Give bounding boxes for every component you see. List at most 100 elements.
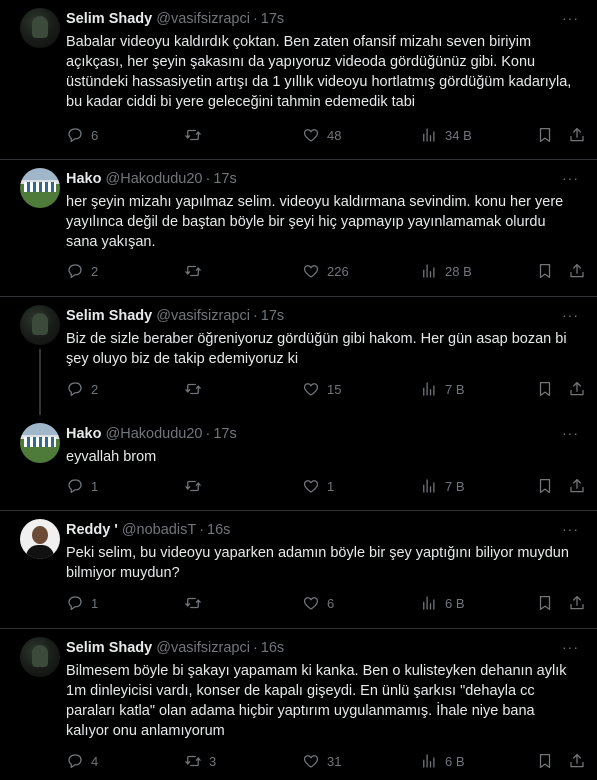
retweet-button[interactable]: 3 <box>184 751 216 771</box>
timestamp[interactable]: 17s <box>213 426 236 442</box>
more-dots-icon[interactable]: ··· <box>562 425 579 441</box>
like-button[interactable]: 31 <box>302 751 341 771</box>
separator-dot: · <box>199 522 205 538</box>
author-handle[interactable]: @vasifsizrapci <box>156 308 250 324</box>
reply-icon <box>68 128 82 143</box>
heart-icon <box>303 597 319 610</box>
tweet[interactable]: Hako @Hakodudu20 · 17s ··· her şeyin mizah… <box>0 160 597 297</box>
author-handle[interactable]: @Hakodudu20 <box>106 426 203 442</box>
author-name[interactable]: Selim Shady <box>66 11 152 27</box>
author-handle[interactable]: @vasifsizrapci <box>156 640 250 656</box>
reply-button[interactable]: 1 <box>66 593 98 613</box>
tweet[interactable]: Reddy ' @nobadisT · 16s ··· Peki selim, bu… <box>0 511 597 629</box>
more-dots-icon[interactable]: ··· <box>562 170 579 186</box>
avatar[interactable] <box>20 637 60 677</box>
retweet-button[interactable] <box>184 261 209 281</box>
more-dots-icon[interactable]: ··· <box>562 307 579 323</box>
author-name[interactable]: Selim Shady <box>66 640 152 656</box>
view-count: 7 B <box>445 478 465 494</box>
share-button[interactable] <box>568 261 586 281</box>
avatar[interactable] <box>20 168 60 208</box>
like-count: 48 <box>327 127 342 143</box>
view-count: 7 B <box>445 381 465 397</box>
author-name[interactable]: Reddy ' <box>66 522 118 538</box>
tweet[interactable]: Selim Shady @vasifsizrapci · 17s ··· Biz d… <box>0 297 597 415</box>
tweet[interactable]: Selim Shady @vasifsizrapci · 17s ··· Babal… <box>0 0 597 160</box>
like-button[interactable]: 1 <box>302 476 334 496</box>
author-name[interactable]: Hako <box>66 171 101 187</box>
tweet-header: Selim Shady @vasifsizrapci · 17s <box>66 10 557 28</box>
bookmark-button[interactable] <box>536 125 554 145</box>
views-button[interactable]: 7 B <box>420 476 465 496</box>
author-handle[interactable]: @Hakodudu20 <box>106 171 203 187</box>
more-dots-icon[interactable]: ··· <box>562 639 579 655</box>
tweet-text: eyvallah brom <box>66 449 157 465</box>
heart-icon <box>303 129 319 142</box>
reply-button[interactable]: 4 <box>66 751 98 771</box>
view-count: 6 B <box>445 595 465 611</box>
views-chart-icon <box>423 382 435 396</box>
author-handle[interactable]: @nobadisT <box>122 522 196 538</box>
author-name[interactable]: Selim Shady <box>66 308 152 324</box>
retweet-icon <box>185 755 201 767</box>
separator-dot: · <box>205 426 211 442</box>
retweet-button[interactable] <box>184 125 209 145</box>
reply-count: 4 <box>91 753 99 769</box>
timestamp[interactable]: 17s <box>213 171 236 187</box>
bookmark-button[interactable] <box>536 476 554 496</box>
like-count: 6 <box>327 595 335 611</box>
views-chart-icon <box>423 479 435 493</box>
bookmark-button[interactable] <box>536 593 554 613</box>
like-button[interactable]: 6 <box>302 593 334 613</box>
reply-button[interactable]: 2 <box>66 261 98 281</box>
author-handle[interactable]: @vasifsizrapci <box>156 11 250 27</box>
views-chart-icon <box>423 264 435 278</box>
timestamp[interactable]: 17s <box>261 11 284 27</box>
retweet-icon <box>185 129 201 141</box>
more-dots-icon[interactable]: ··· <box>562 521 579 537</box>
like-button[interactable]: 48 <box>302 125 341 145</box>
author-name[interactable]: Hako <box>66 426 101 442</box>
views-button[interactable]: 28 B <box>420 261 472 281</box>
views-button[interactable]: 6 B <box>420 751 465 771</box>
tweet-header: Selim Shady @vasifsizrapci · 16s <box>66 639 557 657</box>
reply-button[interactable]: 6 <box>66 125 98 145</box>
tweet-text: Babalar videoyu kaldırdık çoktan. Ben za… <box>66 34 572 110</box>
like-button[interactable]: 226 <box>302 261 349 281</box>
avatar[interactable] <box>20 519 60 559</box>
tweet-text: Peki selim, bu videoyu yaparken adamın b… <box>66 545 569 581</box>
timestamp[interactable]: 17s <box>261 308 284 324</box>
separator-dot: · <box>252 308 258 324</box>
reply-button[interactable]: 1 <box>66 476 98 496</box>
bookmark-button[interactable] <box>536 261 554 281</box>
views-button[interactable]: 34 B <box>420 125 472 145</box>
bookmark-icon <box>539 127 551 143</box>
bookmark-icon <box>539 263 551 279</box>
share-button[interactable] <box>568 125 586 145</box>
tweet-text: her şeyin mizahı yapılmaz selim. videoyu… <box>66 194 564 250</box>
timestamp[interactable]: 16s <box>261 640 284 656</box>
avatar[interactable] <box>20 8 60 48</box>
tweet[interactable]: Hako @Hakodudu20 · 17s ··· eyvallah brom 1… <box>0 415 597 511</box>
like-button[interactable]: 15 <box>302 379 341 399</box>
retweet-button[interactable] <box>184 379 209 399</box>
timestamp[interactable]: 16s <box>207 522 230 538</box>
retweet-button[interactable] <box>184 593 209 613</box>
bookmark-button[interactable] <box>536 751 554 771</box>
avatar[interactable] <box>20 305 60 345</box>
bookmark-button[interactable] <box>536 379 554 399</box>
share-button[interactable] <box>568 476 586 496</box>
share-button[interactable] <box>568 593 586 613</box>
reply-button[interactable]: 2 <box>66 379 98 399</box>
share-button[interactable] <box>568 751 586 771</box>
retweet-button[interactable] <box>184 476 209 496</box>
avatar[interactable] <box>20 423 60 463</box>
bookmark-icon <box>539 381 551 397</box>
view-count: 34 B <box>445 127 472 143</box>
view-count: 6 B <box>445 753 465 769</box>
tweet[interactable]: Selim Shady @vasifsizrapci · 16s ··· Bilme… <box>0 629 597 780</box>
more-dots-icon[interactable]: ··· <box>562 10 579 26</box>
share-button[interactable] <box>568 379 586 399</box>
views-button[interactable]: 6 B <box>420 593 465 613</box>
views-button[interactable]: 7 B <box>420 379 465 399</box>
